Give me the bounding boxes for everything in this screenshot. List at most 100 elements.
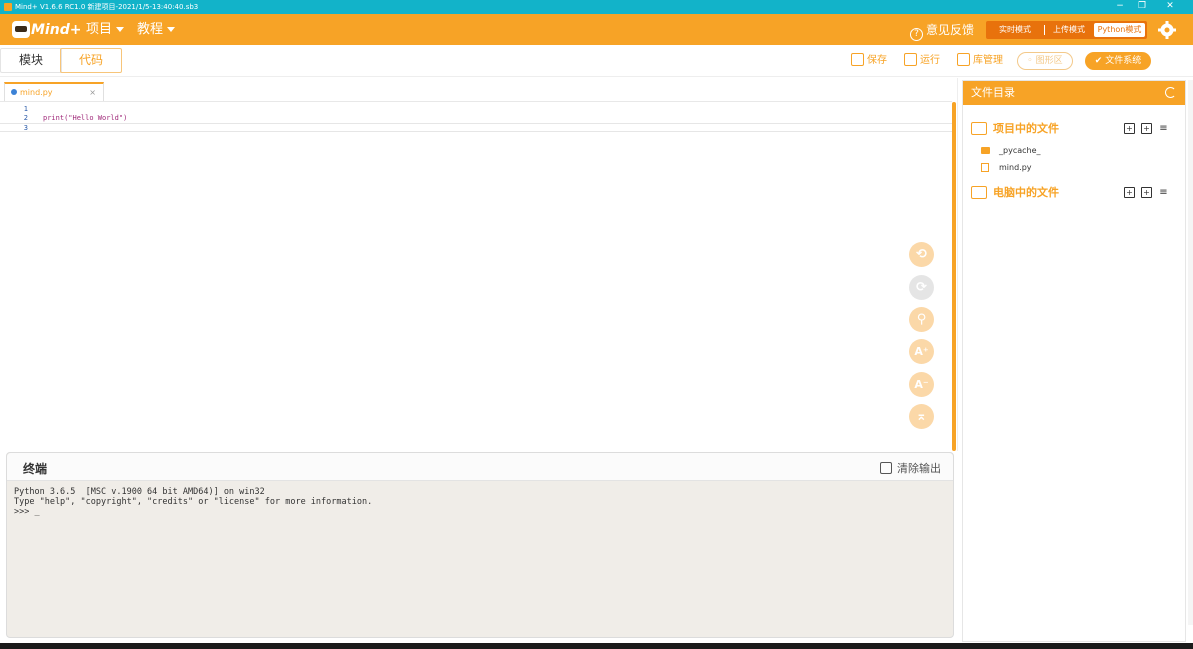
project-menu[interactable]: 项目 (86, 22, 125, 38)
redo-icon: ⟳ (916, 280, 927, 295)
project-files-section[interactable]: 项目中的文件 + + ≡ (971, 121, 1179, 137)
editor-scrollbar[interactable] (952, 102, 956, 451)
font-decrease-icon: A⁻ (914, 378, 929, 391)
scroll-top-button[interactable]: ⌅ (909, 404, 934, 429)
robot-icon (12, 21, 30, 38)
close-tab-icon[interactable]: × (89, 84, 96, 101)
mode-switch: 实时模式 上传模式 Python模式 (986, 21, 1147, 39)
filesystem-label: 文件系统 (1105, 56, 1142, 66)
tutorial-menu-label: 教程 (137, 22, 164, 37)
list-icon (971, 122, 987, 135)
file-directory-title: 文件目录 (971, 86, 1015, 99)
line-number: 2 (23, 114, 28, 122)
redo-button[interactable]: ⟳ (909, 275, 934, 300)
tree-file-item[interactable]: mind.py (981, 161, 1032, 175)
font-increase-button[interactable]: A⁺ (909, 339, 934, 364)
window-title: Mind+ V1.6.6 RC1.0 新建项目-2021/1/5-13:40:4… (15, 3, 199, 11)
close-button[interactable]: ✕ (1161, 0, 1179, 14)
title-bar: Mind+ V1.6.6 RC1.0 新建项目-2021/1/5-13:40:4… (0, 0, 1193, 14)
clear-output-label: 清除输出 (897, 462, 941, 475)
eraser-icon (880, 462, 892, 474)
save-label: 保存 (867, 55, 887, 66)
line-text: print("Hello World") (43, 114, 128, 122)
line-number: 3 (23, 124, 28, 132)
new-folder-icon[interactable]: + (1141, 123, 1152, 134)
terminal-title: 终端 (23, 462, 48, 476)
file-directory-header: 文件目录 (963, 81, 1185, 105)
computer-files-title: 电脑中的文件 (993, 186, 1059, 199)
library-label: 库管理 (973, 55, 1003, 66)
graphics-area-button[interactable]: ◦ 图形区 (1017, 52, 1073, 70)
project-files-title: 项目中的文件 (993, 122, 1059, 135)
tab-blocks[interactable]: 模块 (0, 48, 62, 73)
font-increase-icon: A⁺ (914, 345, 929, 358)
realtime-mode-button[interactable]: 实时模式 (986, 21, 1044, 39)
tutorial-menu[interactable]: 教程 (137, 22, 176, 38)
python-file-icon (11, 89, 17, 95)
feedback-label: 意见反馈 (926, 23, 975, 37)
tree-folder-item[interactable]: _pycache_ (981, 144, 1041, 158)
file-directory-panel: 文件目录 项目中的文件 + + ≡ _pycache_ mind.py 电脑中的… (962, 80, 1186, 642)
library-button[interactable]: 库管理 (957, 53, 1003, 68)
python-mode-button[interactable]: Python模式 (1094, 23, 1145, 37)
play-icon (904, 53, 917, 66)
save-icon (851, 53, 864, 66)
scroll-top-icon: ⌅ (916, 409, 927, 424)
panel-scrollbar[interactable] (1188, 80, 1193, 625)
mindplus-logo: Mind+ (12, 21, 81, 39)
menu-icon[interactable]: ≡ (1158, 123, 1169, 134)
feedback-button[interactable]: ? 意见反馈 (910, 22, 974, 41)
maximize-button[interactable]: ❐ (1133, 0, 1151, 14)
graphics-label: 图形区 (1035, 56, 1063, 66)
gear-icon[interactable] (1158, 21, 1176, 39)
clear-output-button[interactable]: 清除输出 (880, 460, 941, 476)
search-icon: ⚲ (916, 312, 927, 327)
terminal-output[interactable]: Python 3.6.5 [MSC v.1900 64 bit AMD64)] … (14, 487, 372, 517)
tab-code[interactable]: 代码 (60, 48, 122, 73)
new-folder-icon[interactable]: + (1141, 187, 1152, 198)
question-icon: ? (910, 28, 923, 41)
chevron-down-icon (167, 27, 176, 32)
undo-icon: ⟲ (916, 247, 927, 262)
graphics-dot-icon: ◦ (1027, 56, 1036, 66)
code-line-current: 3 (0, 123, 952, 132)
font-decrease-button[interactable]: A⁻ (909, 372, 934, 397)
new-file-icon[interactable]: + (1124, 187, 1135, 198)
computer-files-section[interactable]: 电脑中的文件 + + ≡ (971, 185, 1179, 201)
save-button[interactable]: 保存 (851, 53, 887, 68)
check-circle-icon: ✔ (1094, 56, 1106, 66)
file-tab-label: mind.py (20, 88, 53, 97)
menu-icon[interactable]: ≡ (1158, 187, 1169, 198)
code-text-area[interactable]: 1 2 print("Hello World") 3 (0, 102, 952, 451)
project-menu-label: 项目 (86, 22, 113, 37)
file-tab[interactable]: mind.py × (4, 82, 104, 102)
new-file-icon[interactable]: + (1124, 123, 1135, 134)
file-name: mind.py (999, 163, 1032, 172)
terminal-panel: 终端 清除输出 Python 3.6.5 [MSC v.1900 64 bit … (6, 452, 954, 638)
folder-name: _pycache_ (999, 146, 1041, 155)
search-button[interactable]: ⚲ (909, 307, 934, 332)
code-editor: mind.py × 1 2 print("Hello World") 3 ⟲ ⟳… (0, 78, 958, 451)
run-button[interactable]: 运行 (904, 53, 940, 68)
mindplus-window: Mind+ V1.6.6 RC1.0 新建项目-2021/1/5-13:40:4… (0, 0, 1193, 649)
menu-bar: Mind+ 项目 教程 ? 意见反馈 实时模式 上传模式 Python模式 (0, 14, 1193, 45)
refresh-icon[interactable] (1165, 87, 1176, 98)
terminal-header: 终端 清除输出 (7, 453, 953, 481)
line-number: 1 (23, 105, 28, 113)
taskbar-strip (0, 643, 1193, 649)
code-line: 2 print("Hello World") (0, 114, 952, 123)
upload-mode-button[interactable]: 上传模式 (1045, 21, 1093, 39)
monitor-icon (971, 186, 987, 199)
library-icon (957, 53, 970, 66)
file-icon (981, 163, 989, 172)
folder-icon (981, 147, 990, 154)
chevron-down-icon (116, 27, 125, 32)
minimize-button[interactable]: − (1111, 0, 1129, 14)
toolbar: 模块 代码 保存 运行 库管理 ◦ 图形区 ✔ 文件系统 (0, 45, 1193, 77)
app-icon (4, 3, 12, 11)
undo-button[interactable]: ⟲ (909, 242, 934, 267)
logo-text: Mind+ (31, 22, 82, 38)
filesystem-button[interactable]: ✔ 文件系统 (1085, 52, 1151, 70)
run-label: 运行 (920, 55, 940, 66)
code-line: 1 (0, 105, 952, 114)
